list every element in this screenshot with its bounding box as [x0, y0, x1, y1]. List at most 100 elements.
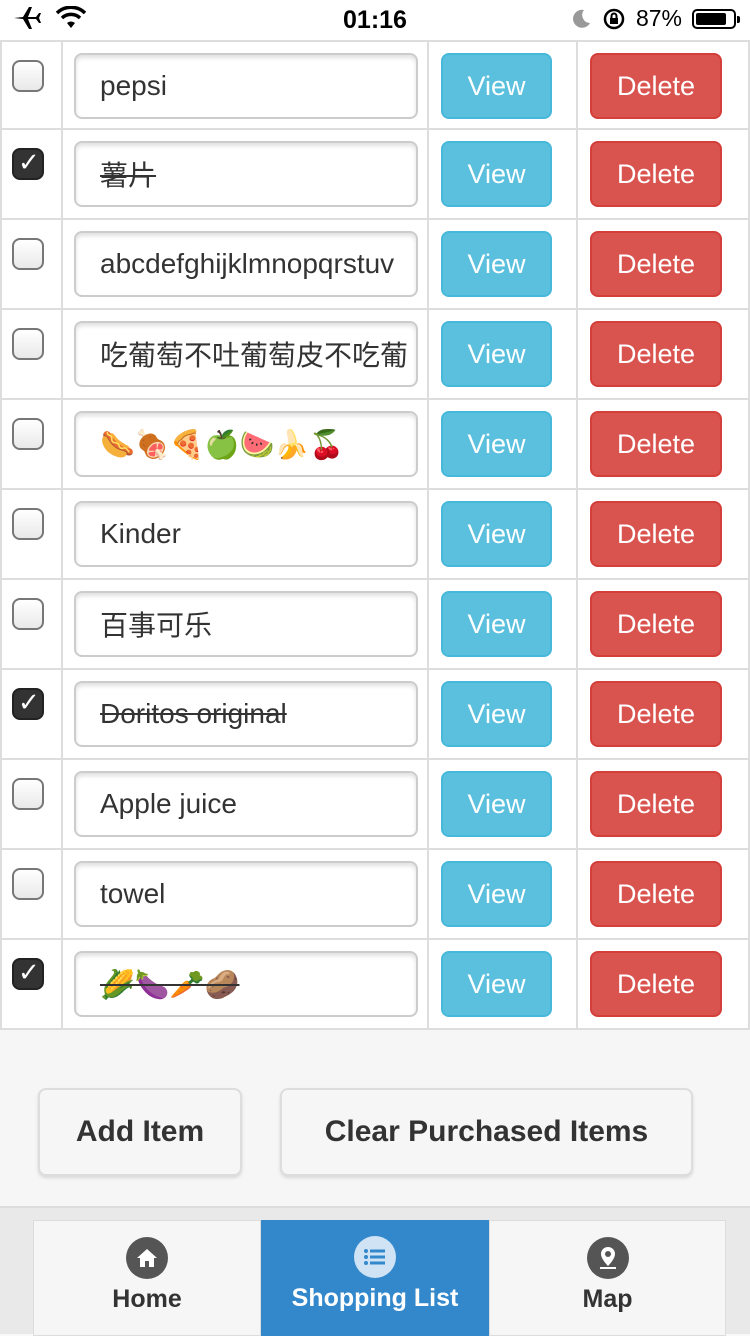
purchased-checkbox[interactable] — [12, 508, 44, 540]
row-divider — [576, 310, 578, 398]
delete-button[interactable]: Delete — [590, 321, 722, 387]
view-button[interactable]: View — [441, 141, 552, 207]
row-divider — [576, 760, 578, 848]
delete-button[interactable]: Delete — [590, 681, 722, 747]
purchased-checkbox[interactable] — [12, 238, 44, 270]
purchased-checkbox[interactable] — [12, 868, 44, 900]
purchased-checkbox[interactable] — [12, 148, 44, 180]
row-divider — [576, 490, 578, 578]
row-divider — [427, 220, 429, 308]
action-bar: Add Item Clear Purchased Items — [0, 1030, 750, 1206]
tab-map-label: Map — [582, 1285, 633, 1313]
view-button[interactable]: View — [441, 411, 552, 477]
item-name-field[interactable] — [74, 771, 418, 837]
tab-map[interactable]: Map — [489, 1220, 726, 1336]
item-name-input[interactable] — [76, 503, 416, 565]
item-name-field[interactable] — [74, 231, 418, 297]
purchased-checkbox[interactable] — [12, 688, 44, 720]
view-button[interactable]: View — [441, 861, 552, 927]
item-name-field[interactable] — [74, 591, 418, 657]
item-name-field[interactable] — [74, 681, 418, 747]
item-name-field[interactable] — [74, 951, 418, 1017]
list-item: View Delete — [0, 130, 750, 220]
row-divider — [576, 220, 578, 308]
list-item: View Delete — [0, 760, 750, 850]
row-divider — [427, 130, 429, 218]
list-item: View Delete — [0, 580, 750, 670]
item-name-input[interactable] — [76, 413, 416, 475]
delete-button[interactable]: Delete — [590, 53, 722, 119]
status-right: 87% — [570, 5, 740, 32]
row-divider — [61, 850, 63, 938]
row-divider — [427, 760, 429, 848]
item-name-input[interactable] — [76, 683, 416, 745]
item-name-input[interactable] — [76, 55, 416, 117]
list-item: View Delete — [0, 670, 750, 760]
view-button[interactable]: View — [441, 231, 552, 297]
row-divider — [576, 670, 578, 758]
delete-button[interactable]: Delete — [590, 411, 722, 477]
purchased-checkbox[interactable] — [12, 60, 44, 92]
row-divider — [61, 940, 63, 1028]
purchased-checkbox[interactable] — [12, 418, 44, 450]
view-button[interactable]: View — [441, 951, 552, 1017]
purchased-checkbox[interactable] — [12, 778, 44, 810]
bottom-navbar: Home Shopping List Map — [0, 1206, 750, 1336]
row-divider — [427, 42, 429, 128]
row-divider — [61, 400, 63, 488]
row-divider — [427, 310, 429, 398]
add-item-button[interactable]: Add Item — [38, 1088, 242, 1176]
row-divider — [576, 850, 578, 938]
item-name-field[interactable] — [74, 141, 418, 207]
view-button[interactable]: View — [441, 771, 552, 837]
list-item: View Delete — [0, 400, 750, 490]
row-divider — [576, 940, 578, 1028]
item-name-field[interactable] — [74, 411, 418, 477]
row-divider — [61, 580, 63, 668]
row-divider — [427, 850, 429, 938]
item-name-input[interactable] — [76, 773, 416, 835]
purchased-checkbox[interactable] — [12, 328, 44, 360]
item-name-field[interactable] — [74, 501, 418, 567]
list-item: View Delete — [0, 940, 750, 1030]
delete-button[interactable]: Delete — [590, 861, 722, 927]
tab-home[interactable]: Home — [33, 1220, 261, 1336]
clear-purchased-button[interactable]: Clear Purchased Items — [280, 1088, 693, 1176]
row-divider — [427, 670, 429, 758]
view-button[interactable]: View — [441, 591, 552, 657]
list-item: View Delete — [0, 40, 750, 130]
item-name-input[interactable] — [76, 863, 416, 925]
purchased-checkbox[interactable] — [12, 598, 44, 630]
tab-shopping-list[interactable]: Shopping List — [261, 1220, 489, 1336]
bullet-list-icon — [354, 1236, 396, 1278]
item-name-field[interactable] — [74, 53, 418, 119]
view-button[interactable]: View — [441, 321, 552, 387]
purchased-checkbox[interactable] — [12, 958, 44, 990]
view-button[interactable]: View — [441, 501, 552, 567]
item-name-input[interactable] — [76, 323, 416, 385]
row-divider — [61, 310, 63, 398]
item-name-field[interactable] — [74, 321, 418, 387]
home-icon — [126, 1237, 168, 1279]
view-button[interactable]: View — [441, 681, 552, 747]
row-divider — [576, 130, 578, 218]
row-divider — [61, 670, 63, 758]
delete-button[interactable]: Delete — [590, 231, 722, 297]
list-item: View Delete — [0, 310, 750, 400]
status-bar: 01:16 87% — [0, 0, 750, 40]
item-name-input[interactable] — [76, 143, 416, 205]
delete-button[interactable]: Delete — [590, 141, 722, 207]
item-name-input[interactable] — [76, 593, 416, 655]
delete-button[interactable]: Delete — [590, 951, 722, 1017]
item-name-input[interactable] — [76, 953, 416, 1015]
battery-fill — [696, 12, 726, 25]
item-name-input[interactable] — [76, 233, 416, 295]
tab-shopping-label: Shopping List — [291, 1284, 459, 1312]
view-button[interactable]: View — [441, 53, 552, 119]
delete-button[interactable]: Delete — [590, 771, 722, 837]
delete-button[interactable]: Delete — [590, 501, 722, 567]
shopping-list: View Delete View Delete View Delete View Delete… — [0, 40, 750, 1030]
delete-button[interactable]: Delete — [590, 591, 722, 657]
item-name-field[interactable] — [74, 861, 418, 927]
list-item: View Delete — [0, 850, 750, 940]
